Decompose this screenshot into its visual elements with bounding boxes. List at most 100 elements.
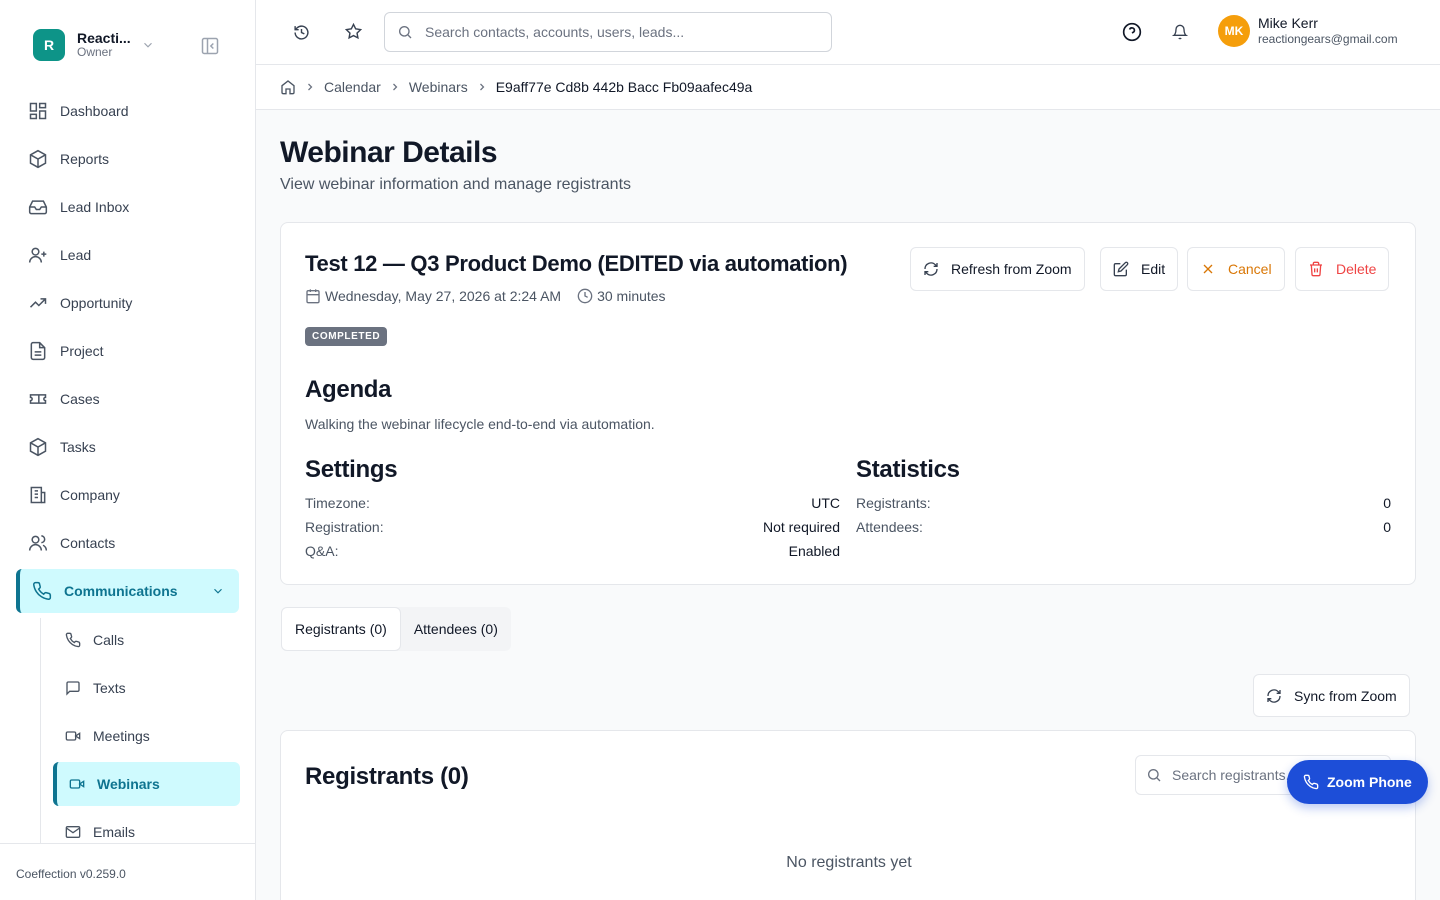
registrant-tabs: Registrants (0) Attendees (0) <box>281 607 511 651</box>
bell-icon[interactable] <box>1172 24 1188 40</box>
inbox-icon <box>28 200 48 215</box>
stat-row: Attendees: 0 <box>856 515 1391 539</box>
setting-row: Q&A: Enabled <box>305 539 840 563</box>
chevron-down-icon[interactable] <box>141 38 155 52</box>
sidebar-item-lead-inbox[interactable]: Lead Inbox <box>16 185 239 229</box>
sidebar-item-label: Contacts <box>60 535 116 551</box>
refresh-icon <box>924 262 938 276</box>
sidebar-item-label: Lead Inbox <box>60 199 130 215</box>
sidebar-item-dashboard[interactable]: Dashboard <box>16 89 239 133</box>
sidebar-item-label: Meetings <box>93 728 150 744</box>
users-icon <box>28 535 48 551</box>
phone-icon <box>33 581 52 600</box>
sidebar-item-label: Webinars <box>97 776 160 792</box>
sidebar-item-lead[interactable]: Lead <box>16 233 239 277</box>
sidebar-item-opportunity[interactable]: Opportunity <box>16 281 239 325</box>
stat-row: Registrants: 0 <box>856 491 1391 515</box>
tab-registrants[interactable]: Registrants (0) <box>281 607 401 651</box>
sidebar-item-webinars[interactable]: Webinars <box>53 762 240 806</box>
sidebar-item-label: Project <box>60 343 104 359</box>
sidebar-item-tasks[interactable]: Tasks <box>16 425 239 469</box>
search-icon <box>399 26 412 39</box>
empty-state: No registrants yet <box>786 854 912 871</box>
user-plus-icon <box>28 247 47 263</box>
history-icon[interactable] <box>293 24 310 41</box>
sidebar-item-texts[interactable]: Texts <box>53 666 240 710</box>
calendar-icon <box>306 289 320 304</box>
document-icon <box>30 341 46 361</box>
sidebar-item-label: Texts <box>93 680 126 696</box>
phone-icon <box>1303 774 1319 790</box>
trending-up-icon <box>29 298 47 308</box>
breadcrumb-current: E9aff77e Cd8b 442b Bacc Fb09aafec49a <box>495 79 753 95</box>
cancel-button[interactable]: Cancel <box>1187 247 1285 291</box>
video-icon <box>69 779 85 789</box>
sidebar-item-project[interactable]: Project <box>16 329 239 373</box>
home-icon[interactable] <box>280 79 296 95</box>
sidebar-item-contacts[interactable]: Contacts <box>16 521 239 565</box>
user-email: reactiongears@gmail.com <box>1258 32 1398 47</box>
settings-list: Timezone: UTC Registration: Not required… <box>305 491 840 563</box>
trash-icon <box>1310 261 1322 277</box>
tab-attendees[interactable]: Attendees (0) <box>401 607 511 651</box>
mail-icon <box>65 826 81 838</box>
message-icon <box>66 681 80 696</box>
chevron-right-icon <box>392 83 398 91</box>
setting-value: Enabled <box>788 543 840 559</box>
phone-icon <box>65 632 81 648</box>
delete-label: Delete <box>1336 261 1377 277</box>
breadcrumb-webinars[interactable]: Webinars <box>409 79 468 95</box>
chevron-down-icon <box>214 588 222 594</box>
setting-row: Timezone: UTC <box>305 491 840 515</box>
sidebar-item-label: Calls <box>93 632 125 648</box>
delete-button[interactable]: Delete <box>1295 247 1390 291</box>
settings-heading: Settings <box>305 456 398 483</box>
sidebar-item-communications[interactable]: Communications <box>16 569 239 613</box>
org-switcher[interactable]: R Reacti... Owner <box>33 29 131 61</box>
zoom-phone-button[interactable]: Zoom Phone <box>1287 760 1428 804</box>
edit-icon <box>1113 261 1129 277</box>
sidebar-item-emails[interactable]: Emails <box>53 810 240 843</box>
sidebar-item-label: Emails <box>93 824 136 840</box>
webinar-meta: Wednesday, May 27, 2026 at 2:24 AM 30 mi… <box>305 288 666 304</box>
refresh-label: Refresh from Zoom <box>951 261 1072 277</box>
stat-value: 0 <box>1383 519 1391 535</box>
sidebar-item-company[interactable]: Company <box>16 473 239 517</box>
sidebar-item-reports[interactable]: Reports <box>16 137 239 181</box>
edit-button[interactable]: Edit <box>1100 247 1179 291</box>
user-menu[interactable]: MK Mike Kerr reactiongears@gmail.com <box>1218 15 1398 47</box>
webinar-duration: 30 minutes <box>597 288 666 304</box>
stat-label: Attendees: <box>856 519 923 535</box>
sync-from-zoom-button[interactable]: Sync from Zoom <box>1253 674 1410 717</box>
star-icon[interactable] <box>345 23 362 40</box>
webinar-details-card: Test 12 — Q3 Product Demo (EDITED via au… <box>280 222 1416 585</box>
sidebar-nav: Dashboard Reports Lead Inbox Lead Opport… <box>16 89 239 617</box>
search-input[interactable] <box>425 24 805 40</box>
refresh-from-zoom-button[interactable]: Refresh from Zoom <box>910 247 1085 291</box>
breadcrumb-calendar[interactable]: Calendar <box>324 79 381 95</box>
sidebar-item-calls[interactable]: Calls <box>53 618 240 662</box>
sidebar-item-meetings[interactable]: Meetings <box>53 714 240 758</box>
agenda-text: Walking the webinar lifecycle end-to-end… <box>305 416 655 432</box>
dashboard-icon <box>29 102 47 120</box>
sidebar-collapse-icon[interactable] <box>200 36 220 56</box>
sidebar: R Reacti... Owner Dashboard Reports Lead… <box>0 0 256 900</box>
cube-icon <box>29 437 47 457</box>
help-icon[interactable] <box>1122 22 1142 42</box>
registrants-title: Registrants (0) <box>305 763 469 790</box>
ticket-icon <box>29 394 47 404</box>
org-role: Owner <box>77 45 113 60</box>
chevron-right-icon <box>308 83 313 91</box>
webinar-title: Test 12 — Q3 Product Demo (EDITED via au… <box>305 251 848 276</box>
zoom-phone-label: Zoom Phone <box>1327 774 1412 790</box>
communications-subnav: Calls Texts Meetings Webinars Emails <box>40 618 240 843</box>
sidebar-item-cases[interactable]: Cases <box>16 377 239 421</box>
sidebar-item-label: Opportunity <box>60 295 133 311</box>
global-search[interactable] <box>384 12 832 52</box>
org-name: Reacti... <box>77 30 131 47</box>
cube-icon <box>29 149 47 169</box>
setting-row: Registration: Not required <box>305 515 840 539</box>
sidebar-item-label: Communications <box>64 583 178 599</box>
cancel-label: Cancel <box>1228 261 1272 277</box>
refresh-icon <box>1267 688 1281 703</box>
